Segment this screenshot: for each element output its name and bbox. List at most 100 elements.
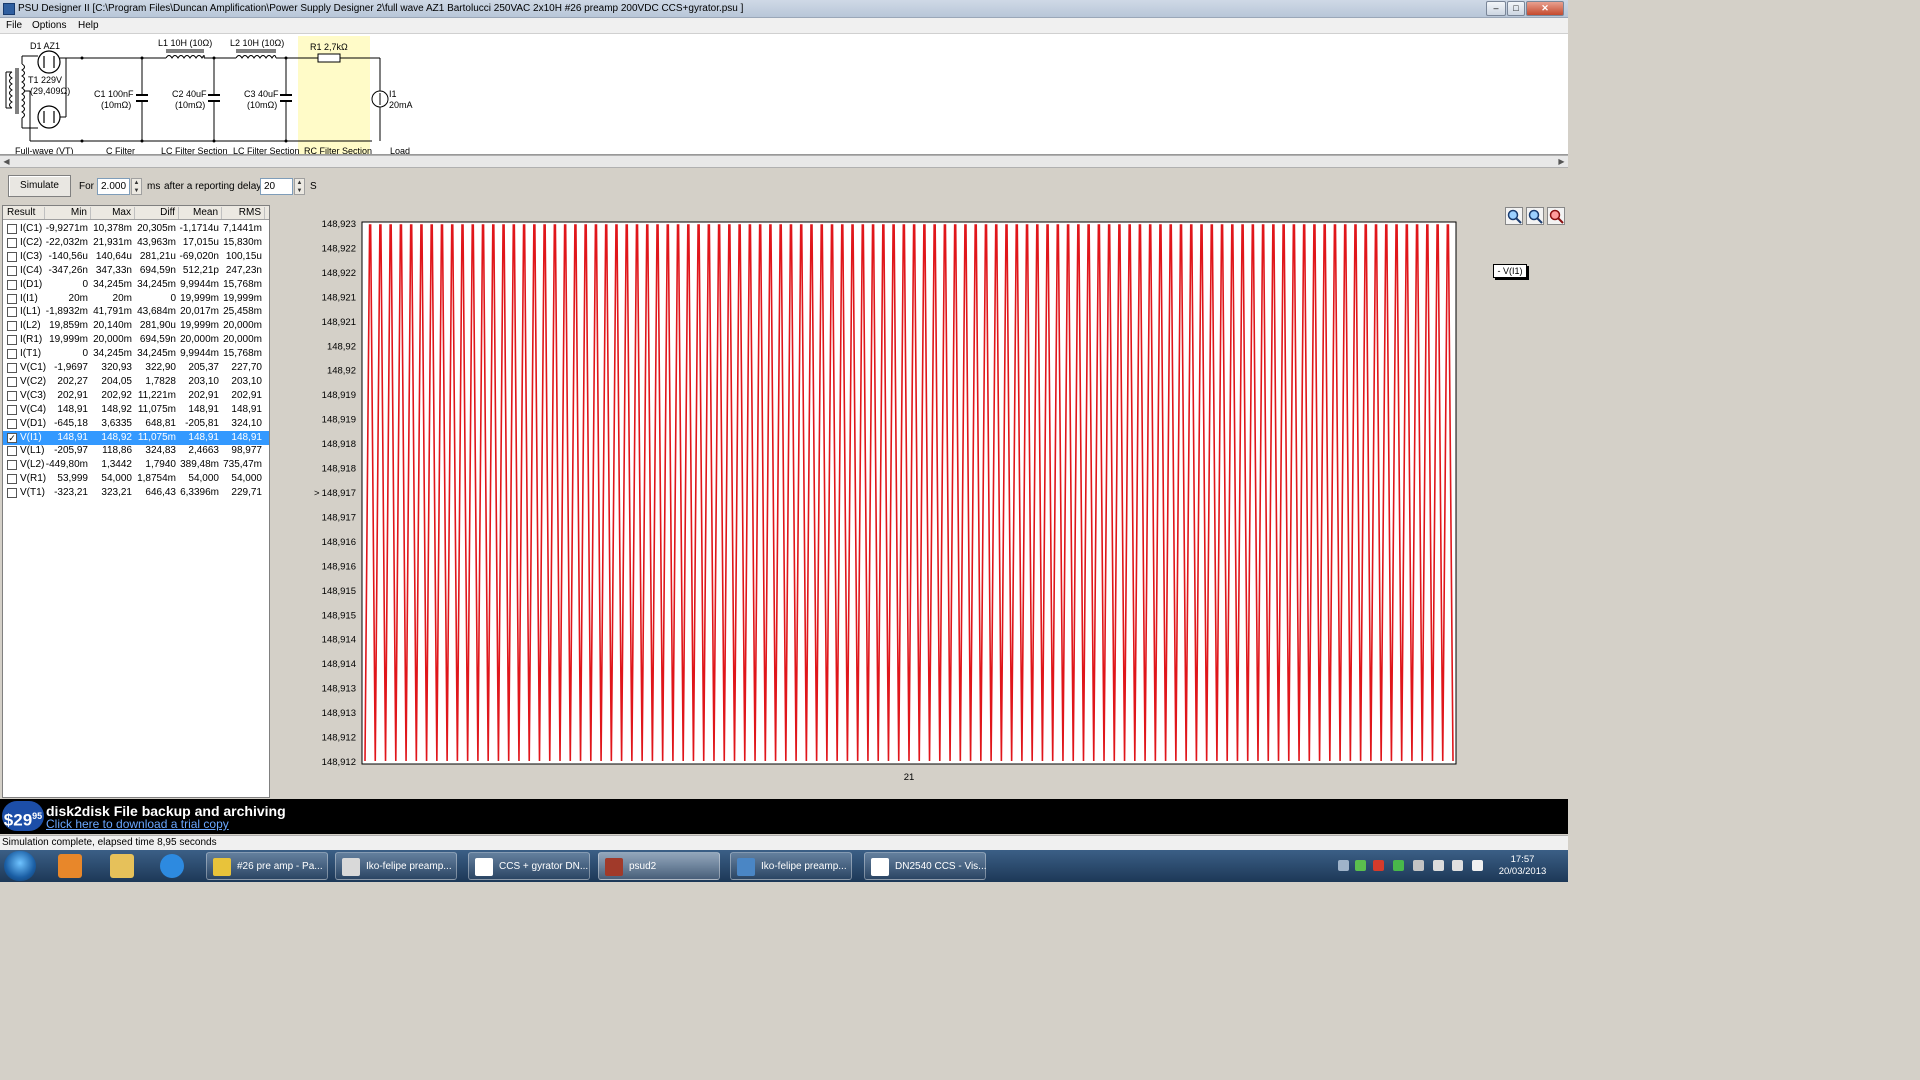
cell-max: 34,245m (93, 278, 132, 290)
table-row[interactable]: I(T1) 0 34,245m 34,245m 9,9944m 15,768m (3, 347, 269, 361)
simulate-button[interactable]: Simulate (8, 175, 71, 197)
table-row[interactable]: V(L2) -449,80m 1,3442 1,7940 389,48m 735,47m (3, 458, 269, 472)
schematic-panel[interactable]: D1 AZ1 T1 229V (29,409Ω) C1 100nF (10mΩ)… (0, 34, 1568, 155)
table-row[interactable]: I(C1) -9,9271m 10,378m 20,305m -1,1714u 7,144… (3, 222, 269, 236)
row-checkbox[interactable] (7, 279, 17, 290)
col-max[interactable]: Max (91, 207, 135, 219)
row-checkbox[interactable] (7, 321, 17, 332)
menu-help[interactable]: Help (78, 20, 99, 31)
table-row[interactable]: V(R1) 53,999 54,000 1,8754m 54,000 54,000 (3, 472, 269, 486)
section-lc-filter-1[interactable]: LC Filter Section (161, 146, 228, 154)
table-row[interactable]: V(L1) -205,97 118,86 324,83 2,4663 98,977 (3, 444, 269, 458)
row-checkbox[interactable] (7, 404, 17, 415)
tray-app-icon[interactable] (1355, 860, 1366, 871)
table-row[interactable]: I(R1) 19,999m 20,000m 694,59n 20,000m 20,000m (3, 333, 269, 347)
row-checkbox[interactable] (7, 224, 17, 234)
row-checkbox[interactable] (7, 446, 17, 457)
voltage-chart[interactable]: 148,923 148,922 148,922 148,921 148,921 148,9… (274, 205, 1568, 798)
file-explorer-icon[interactable] (110, 854, 134, 878)
col-mean[interactable]: Mean (179, 207, 222, 219)
table-row[interactable]: I(C2) -22,032m 21,931m 43,963m 17,015u 15,830… (3, 236, 269, 250)
zoom-in-icon[interactable] (1505, 207, 1523, 225)
taskbar-item[interactable]: psud2 (598, 852, 720, 880)
internet-explorer-icon[interactable] (160, 854, 184, 878)
action-center-flag-icon[interactable] (1472, 860, 1483, 871)
close-button[interactable]: ✕ (1526, 1, 1564, 16)
menu-options[interactable]: Options (32, 20, 66, 31)
cell-diff: 1,8754m (137, 473, 176, 485)
row-checkbox[interactable] (7, 265, 17, 276)
col-result[interactable]: Result (3, 207, 45, 219)
scroll-left-arrow-icon[interactable]: ◀ (1, 157, 12, 167)
table-row[interactable]: I(C4) -347,26n 347,33n 694,59n 512,21p 247,23… (3, 264, 269, 278)
y-tick-label: 148,914 (322, 635, 356, 646)
table-row[interactable]: I(L2) 19,859m 20,140m 281,90u 19,999m 20,000m (3, 319, 269, 333)
col-rms[interactable]: RMS (222, 207, 265, 219)
cell-min: 202,91 (57, 389, 88, 401)
taskbar-item[interactable]: Iko-felipe preamp... (730, 852, 852, 880)
start-button[interactable] (4, 851, 36, 881)
row-checkbox[interactable] (7, 390, 17, 401)
ad-download-link[interactable]: Click here to download a trial copy (46, 817, 229, 831)
taskbar-item[interactable]: CCS + gyrator DN... (468, 852, 590, 880)
tray-device-icon[interactable] (1413, 860, 1424, 871)
table-row[interactable]: V(C1) -1,9697 320,93 322,90 205,37 227,70 (3, 361, 269, 375)
zoom-out-icon[interactable] (1526, 207, 1544, 225)
delay-spinner[interactable]: ▲ ▼ (294, 178, 305, 195)
menu-file[interactable]: File (6, 20, 22, 31)
tray-display-icon[interactable] (1433, 860, 1444, 871)
table-row[interactable]: V(C3) 202,91 202,92 11,221m 202,91 202,91 (3, 389, 269, 403)
minimize-button[interactable]: – (1486, 1, 1506, 16)
row-checkbox[interactable]: ✓ (7, 432, 17, 443)
results-table[interactable]: Result Min Max Diff Mean RMS I(C1) -9,927… (2, 205, 270, 798)
delay-input[interactable]: 20 (260, 178, 293, 195)
section-rc-filter[interactable]: RC Filter Section (304, 146, 372, 154)
tray-sync-icon[interactable] (1393, 860, 1404, 871)
section-fullwave[interactable]: Full-wave (VT) (15, 146, 74, 154)
table-row[interactable]: ✓ V(I1) 148,91 148,92 11,075m 148,91 148,91 (3, 430, 269, 445)
row-checkbox[interactable] (7, 293, 17, 304)
col-diff[interactable]: Diff (135, 207, 179, 219)
maximize-button[interactable]: □ (1507, 1, 1525, 16)
row-checkbox[interactable] (7, 376, 17, 387)
zoom-fit-icon[interactable] (1547, 207, 1565, 225)
section-c-filter[interactable]: C Filter (106, 146, 135, 154)
section-lc-filter-2[interactable]: LC Filter Section (233, 146, 300, 154)
row-checkbox[interactable] (7, 335, 17, 346)
chart-legend[interactable]: - V(I1) (1493, 264, 1527, 278)
tray-alert-icon[interactable] (1373, 860, 1384, 871)
media-player-icon[interactable] (58, 854, 82, 878)
volume-icon[interactable] (1452, 860, 1463, 871)
taskbar-item[interactable]: DN2540 CCS - Vis... (864, 852, 987, 880)
row-checkbox[interactable] (7, 460, 17, 471)
duration-input[interactable]: 2.000 (97, 178, 130, 195)
table-row[interactable]: I(D1) 0 34,245m 34,245m 9,9944m 15,768m (3, 278, 269, 292)
row-checkbox[interactable] (7, 363, 17, 373)
row-checkbox[interactable] (7, 307, 17, 318)
cell-diff: 324,83 (145, 445, 176, 457)
scroll-right-arrow-icon[interactable]: ▶ (1556, 157, 1567, 167)
cell-max: 118,86 (102, 445, 132, 457)
table-row[interactable]: I(I1) 20m 20m 0 19,999m 19,999m (3, 292, 269, 306)
taskbar-item[interactable]: Iko-felipe preamp... (335, 852, 457, 880)
col-min[interactable]: Min (45, 207, 91, 219)
table-row[interactable]: V(D1) -645,18 3,6335 648,81 -205,81 324,10 (3, 417, 269, 431)
taskbar-item[interactable]: #26 pre amp - Pa... (206, 852, 328, 880)
row-checkbox[interactable] (7, 488, 17, 499)
row-checkbox[interactable] (7, 251, 17, 262)
table-row[interactable]: V(C4) 148,91 148,92 11,075m 148,91 148,91 (3, 403, 269, 417)
tray-network-icon[interactable] (1338, 860, 1349, 871)
table-row[interactable]: I(L1) -1,8932m 41,791m 43,684m 20,017m 25,458… (3, 305, 269, 319)
table-row[interactable]: V(C2) 202,27 204,05 1,7828 203,10 203,10 (3, 375, 269, 389)
ad-banner[interactable]: $2995 disk2disk File backup and archivin… (0, 799, 1568, 834)
row-checkbox[interactable] (7, 349, 17, 360)
clock[interactable]: 17:57 20/03/2013 (1490, 854, 1555, 878)
section-load[interactable]: Load (390, 146, 410, 154)
row-checkbox[interactable] (7, 237, 17, 248)
duration-spinner[interactable]: ▲ ▼ (131, 178, 142, 195)
schematic-scrollbar[interactable]: ◀ ▶ (0, 155, 1568, 168)
row-checkbox[interactable] (7, 474, 17, 485)
row-checkbox[interactable] (7, 418, 17, 429)
table-row[interactable]: V(T1) -323,21 323,21 646,43 6,3396m 229,71 (3, 486, 269, 500)
table-row[interactable]: I(C3) -140,56u 140,64u 281,21u -69,020n 100,1… (3, 250, 269, 264)
